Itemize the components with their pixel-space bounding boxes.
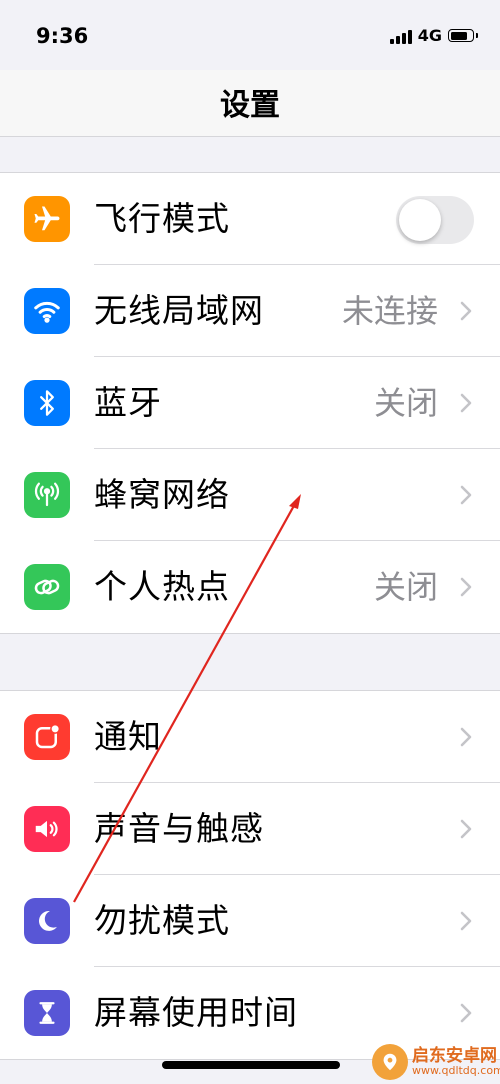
status-indicators: 4G (389, 26, 478, 45)
watermark-logo-icon (372, 1044, 408, 1080)
settings-row-value: 关闭 (373, 384, 438, 422)
settings-row-wlan[interactable]: 无线局域网 未连接 (0, 265, 500, 357)
settings-row-label: 无线局域网 (94, 291, 264, 330)
settings-row-label: 蓝牙 (94, 383, 162, 422)
settings-group-connectivity: 飞行模式 无线局域网 未连接 蓝牙 关闭 蜂窝网络 个人热点 关闭 (0, 172, 500, 634)
chevron-right-icon (460, 485, 472, 505)
watermark-text: 启东安卓网 www.qdltdq.com (412, 1045, 500, 1078)
moon-icon (24, 898, 70, 944)
settings-row-value: 未连接 (341, 292, 438, 330)
cellular-antenna-icon (24, 472, 70, 518)
speaker-icon (24, 806, 70, 852)
chevron-right-icon (460, 301, 472, 321)
hourglass-icon (24, 990, 70, 1036)
wifi-icon (24, 288, 70, 334)
watermark-url: www.qdltdq.com (412, 1064, 500, 1078)
settings-row-label: 通知 (94, 717, 162, 756)
settings-row-sounds-haptics[interactable]: 声音与触感 (0, 783, 500, 875)
chevron-right-icon (460, 577, 472, 597)
chevron-right-icon (460, 911, 472, 931)
status-bar: 9:36 4G (0, 0, 500, 70)
settings-row-value: 关闭 (373, 568, 438, 606)
bluetooth-icon (24, 380, 70, 426)
cellular-signal-icon (389, 28, 412, 44)
settings-row-label: 声音与触感 (94, 809, 264, 848)
settings-row-label: 勿扰模式 (94, 901, 230, 940)
settings-row-cellular[interactable]: 蜂窝网络 (0, 449, 500, 541)
settings-row-airplane-mode[interactable]: 飞行模式 (0, 173, 500, 265)
settings-row-do-not-disturb[interactable]: 勿扰模式 (0, 875, 500, 967)
watermark-name: 启东安卓网 (412, 1045, 497, 1066)
settings-row-label: 屏幕使用时间 (94, 993, 298, 1032)
settings-row-personal-hotspot[interactable]: 个人热点 关闭 (0, 541, 500, 633)
airplane-mode-toggle[interactable] (396, 196, 474, 244)
chevron-right-icon (460, 819, 472, 839)
home-indicator[interactable] (162, 1061, 340, 1069)
network-type-label: 4G (417, 26, 442, 45)
settings-group-notifications: 通知 声音与触感 勿扰模式 屏幕使用时间 (0, 690, 500, 1060)
chevron-right-icon (460, 1003, 472, 1023)
navigation-bar: 设置 (0, 70, 500, 137)
chevron-right-icon (460, 727, 472, 747)
settings-row-label: 蜂窝网络 (94, 475, 230, 514)
settings-row-label: 飞行模式 (94, 199, 230, 238)
notification-icon (24, 714, 70, 760)
watermark: 启东安卓网 www.qdltdq.com (372, 1044, 500, 1080)
toggle-knob (399, 199, 441, 241)
settings-row-notifications[interactable]: 通知 (0, 691, 500, 783)
settings-row-label: 个人热点 (94, 567, 230, 606)
personal-hotspot-icon (24, 564, 70, 610)
settings-row-bluetooth[interactable]: 蓝牙 关闭 (0, 357, 500, 449)
chevron-right-icon (460, 393, 472, 413)
battery-icon (448, 29, 478, 42)
page-title: 设置 (220, 88, 280, 123)
status-time: 9:36 (36, 24, 89, 48)
airplane-icon (24, 196, 70, 242)
